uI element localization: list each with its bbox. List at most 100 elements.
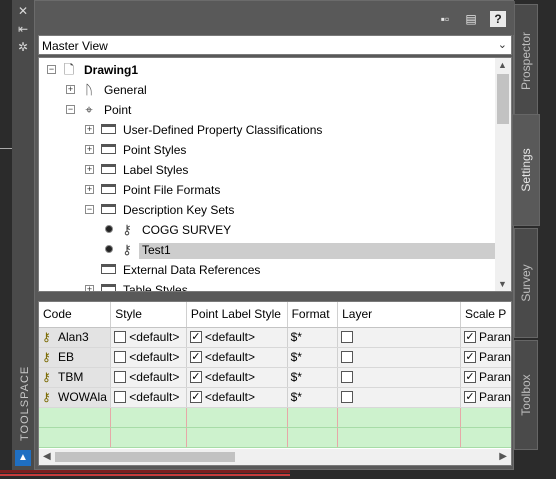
table-row[interactable]: ⚷ TBM <default> ✓ <default> $* ✓ Paran <box>39 367 511 388</box>
tree-item-drawing1[interactable]: − 🗋 Drawing1 <box>39 60 495 80</box>
tree-item-external-data-references[interactable]: External Data References <box>39 260 495 280</box>
style-cell[interactable]: <default> <box>110 367 187 388</box>
properties-icon[interactable]: ✲ <box>16 40 30 54</box>
collapse-icon[interactable]: − <box>66 105 75 114</box>
scale-cell[interactable]: ✓ Paran <box>460 347 511 368</box>
tree-item-point[interactable]: − ⌖ Point <box>39 100 495 120</box>
scale-cell[interactable]: ✓ Paran <box>460 367 511 388</box>
format-cell[interactable]: $* <box>287 347 339 368</box>
tree-item-label-styles[interactable]: + Label Styles <box>39 160 495 180</box>
layer-cell[interactable] <box>337 387 461 408</box>
close-icon[interactable]: ✕ <box>16 4 30 18</box>
style-checkbox[interactable] <box>114 330 127 343</box>
scrollbar-thumb[interactable] <box>497 74 509 124</box>
settings-tree[interactable]: − 🗋 Drawing1 + ᚢ General − ⌖ Point + Use… <box>38 57 512 292</box>
collapse-icon[interactable]: − <box>47 65 56 74</box>
scroll-left-icon[interactable]: ◀ <box>43 451 51 462</box>
tab-settings[interactable]: Settings <box>512 114 540 226</box>
tree-item-table-styles[interactable]: + Table Styles <box>39 280 495 291</box>
table-row[interactable]: ⚷ Alan3 <default> ✓ <default> $* ✓ Paran <box>39 327 511 348</box>
expand-icon[interactable]: + <box>66 85 75 94</box>
layer-cell[interactable] <box>337 327 461 348</box>
label-style-cell[interactable]: ✓ <default> <box>186 387 288 408</box>
new-row[interactable] <box>39 427 511 448</box>
tree-item-cogg-survey[interactable]: ⚷ COGG SURVEY <box>39 220 495 240</box>
layer-checkbox[interactable] <box>341 390 354 403</box>
tree-item-test1[interactable]: ⚷ Test1 <box>39 240 495 260</box>
format-cell[interactable]: $* <box>287 367 339 388</box>
code-cell[interactable]: ⚷ WOWAla <box>39 387 112 408</box>
autohide-icon[interactable]: ⇤ <box>16 22 30 36</box>
palette-title-bar[interactable]: ✕ ⇤ ✲ TOOLSPACE ▲ <box>12 0 34 470</box>
label-style-checkbox[interactable]: ✓ <box>189 330 202 343</box>
layer-cell[interactable] <box>337 347 461 368</box>
column-header-scale[interactable]: Scale P <box>460 302 511 328</box>
scroll-up-icon[interactable]: ▲ <box>498 60 507 70</box>
code-cell[interactable]: ⚷ Alan3 <box>39 327 112 348</box>
tree-item-label: General <box>104 83 147 97</box>
description-key-grid[interactable]: Code Style Point Label Style Format Laye… <box>38 301 512 466</box>
column-header-format[interactable]: Format <box>287 302 339 328</box>
expand-icon[interactable]: + <box>85 165 94 174</box>
chevron-down-icon[interactable]: ⌄ <box>498 38 507 51</box>
tab-toolbox[interactable]: Toolbox <box>514 340 538 450</box>
tree-item-point-file-formats[interactable]: + Point File Formats <box>39 180 495 200</box>
label-style-cell[interactable]: ✓ <default> <box>186 367 288 388</box>
code-cell[interactable]: ⚷ TBM <box>39 367 112 388</box>
style-checkbox[interactable] <box>114 350 127 363</box>
label-style-checkbox[interactable]: ✓ <box>189 390 202 403</box>
scale-checkbox[interactable]: ✓ <box>463 330 476 343</box>
label-style-checkbox[interactable]: ✓ <box>189 370 202 383</box>
scrollbar-thumb[interactable] <box>55 452 235 462</box>
format-cell[interactable]: $* <box>287 327 339 348</box>
scroll-down-icon[interactable]: ▼ <box>498 279 507 289</box>
code-cell[interactable]: ⚷ EB <box>39 347 112 368</box>
grid-horizontal-scrollbar[interactable]: ◀ ▶ <box>39 449 511 465</box>
tree-item-label: Point Styles <box>123 143 187 157</box>
scale-cell[interactable]: ✓ Paran <box>460 327 511 348</box>
expand-icon[interactable]: + <box>85 145 94 154</box>
expand-icon[interactable]: + <box>85 185 94 194</box>
column-header-layer[interactable]: Layer <box>337 302 461 328</box>
label-style-value: <default> <box>204 330 255 344</box>
scale-checkbox[interactable]: ✓ <box>463 370 476 383</box>
tree-view-icon[interactable]: ▪▫ <box>437 11 453 27</box>
expand-icon[interactable]: + <box>85 125 94 134</box>
table-row[interactable]: ⚷ EB <default> ✓ <default> $* ✓ Paran <box>39 347 511 368</box>
scale-checkbox[interactable]: ✓ <box>463 350 476 363</box>
layer-checkbox[interactable] <box>341 370 354 383</box>
view-select[interactable]: Master View ⌄ <box>38 35 512 55</box>
label-style-checkbox[interactable]: ✓ <box>189 350 202 363</box>
column-header-code[interactable]: Code <box>39 302 112 328</box>
scale-cell[interactable]: ✓ Paran <box>460 387 511 408</box>
layer-checkbox[interactable] <box>341 330 354 343</box>
tab-prospector[interactable]: Prospector <box>514 4 538 118</box>
style-cell[interactable]: <default> <box>110 387 187 408</box>
style-checkbox[interactable] <box>114 370 127 383</box>
new-row[interactable] <box>39 407 511 428</box>
column-header-point-label-style[interactable]: Point Label Style <box>186 302 288 328</box>
pane-splitter[interactable] <box>38 293 512 301</box>
tree-item-general[interactable]: + ᚢ General <box>39 80 495 100</box>
tree-item-user-defined-property-classifications[interactable]: + User-Defined Property Classifications <box>39 120 495 140</box>
collapse-icon[interactable]: − <box>85 205 94 214</box>
format-cell[interactable]: $* <box>287 387 339 408</box>
style-checkbox[interactable] <box>114 390 127 403</box>
expand-icon[interactable]: + <box>85 285 94 291</box>
layer-cell[interactable] <box>337 367 461 388</box>
label-style-cell[interactable]: ✓ <default> <box>186 327 288 348</box>
scroll-right-icon[interactable]: ▶ <box>499 451 507 462</box>
layer-checkbox[interactable] <box>341 350 354 363</box>
table-row[interactable]: ⚷ WOWAla <default> ✓ <default> $* ✓ Paran <box>39 387 511 408</box>
style-cell[interactable]: <default> <box>110 327 187 348</box>
scale-checkbox[interactable]: ✓ <box>463 390 476 403</box>
tree-item-point-styles[interactable]: + Point Styles <box>39 140 495 160</box>
tree-item-description-key-sets[interactable]: − Description Key Sets <box>39 200 495 220</box>
column-header-style[interactable]: Style <box>110 302 187 328</box>
tree-scrollbar[interactable]: ▲ ▼ <box>495 58 511 291</box>
label-style-cell[interactable]: ✓ <default> <box>186 347 288 368</box>
help-icon[interactable]: ? <box>490 11 506 27</box>
item-view-icon[interactable]: ▤ <box>463 11 479 27</box>
tab-survey[interactable]: Survey <box>514 228 538 338</box>
style-cell[interactable]: <default> <box>110 347 187 368</box>
